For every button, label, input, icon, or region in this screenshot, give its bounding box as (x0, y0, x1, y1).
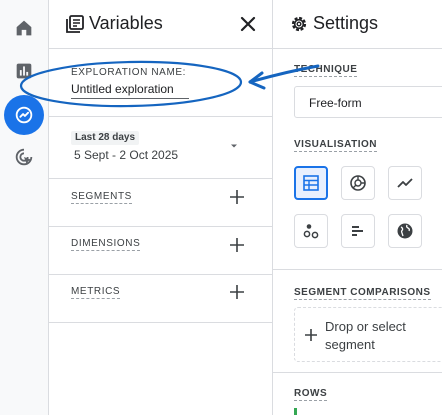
scatter-plot-icon (303, 224, 319, 239)
rows-label: ROWS (294, 388, 328, 401)
home-icon (16, 20, 32, 36)
segment-drop-target[interactable]: Drop or select segment (294, 307, 442, 362)
close-icon[interactable] (236, 12, 260, 36)
explore-icon (15, 106, 33, 124)
dropdown-arrow-icon[interactable] (228, 140, 240, 152)
metrics-bottom-divider (49, 322, 272, 323)
settings-rows-divider (273, 372, 442, 373)
exploration-name-input[interactable]: Untitled exploration (71, 81, 189, 99)
donut-chart-icon (350, 175, 366, 191)
metrics-label: METRICS (71, 286, 121, 299)
segment-comparisons-label: SEGMENT COMPARISONS (294, 287, 431, 300)
settings-mid-divider (273, 269, 442, 270)
nav-home[interactable] (4, 8, 44, 48)
nav-reports[interactable] (4, 51, 44, 91)
add-metric-plus-icon[interactable] (229, 284, 245, 300)
variables-header: Variables (49, 0, 272, 48)
settings-title: Settings (313, 13, 379, 33)
exploration-name-label: EXPLORATION NAME: (71, 67, 187, 78)
viz-bar-button[interactable] (341, 214, 375, 248)
drop-segment-text: Drop or select segment (325, 319, 406, 352)
reports-icon (16, 63, 32, 79)
variables-title: Variables (89, 13, 163, 33)
table-icon (303, 175, 319, 191)
bar-chart-icon (352, 226, 363, 236)
left-nav-rail (0, 0, 49, 415)
dimensions-label: DIMENSIONS (71, 238, 141, 251)
date-preset-badge: Last 28 days (71, 131, 140, 145)
viz-scatter-button[interactable] (294, 214, 328, 248)
settings-panel: Settings TECHNIQUE Free-form VISUALISATI… (273, 0, 442, 415)
geo-map-icon (397, 223, 413, 239)
nav-advertising[interactable] (4, 137, 44, 177)
variables-panel: Variables EXPLORATION NAME: Untitled exp… (49, 0, 273, 415)
viz-line-button[interactable] (388, 166, 422, 200)
gear-icon (291, 16, 307, 32)
visualisation-label: VISUALISATION (294, 139, 377, 152)
plus-icon (305, 329, 317, 341)
viz-table-button[interactable] (294, 166, 328, 200)
advertising-icon (15, 148, 33, 166)
add-dimension-plus-icon[interactable] (229, 237, 245, 253)
viz-geo-button[interactable] (388, 214, 422, 248)
technique-select[interactable]: Free-form (294, 86, 442, 118)
add-segment-plus-icon[interactable] (229, 189, 245, 205)
segments-label: SEGMENTS (71, 191, 132, 204)
technique-label: TECHNIQUE (294, 64, 358, 77)
settings-header-divider (273, 48, 442, 49)
viz-donut-button[interactable] (341, 166, 375, 200)
date-range-value[interactable]: 5 Sept - 2 Oct 2025 (74, 148, 178, 162)
nav-explore[interactable] (4, 95, 44, 135)
line-chart-icon (397, 178, 413, 188)
rows-indicator (294, 408, 297, 415)
variables-icon (66, 15, 84, 33)
